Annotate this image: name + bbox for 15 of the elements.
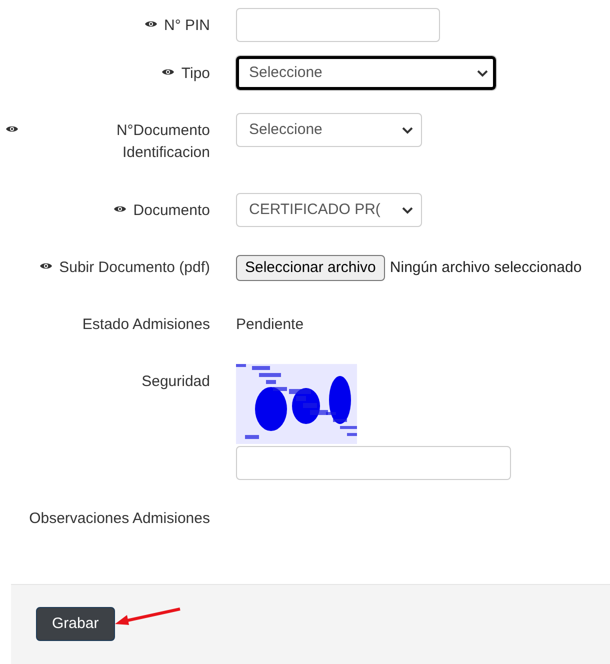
- status-value: Pendiente: [236, 316, 304, 333]
- field-label: Estado Admisiones: [82, 315, 210, 335]
- select-field[interactable]: Seleccione: [236, 113, 422, 147]
- choose-file-button[interactable]: Seleccionar archivo: [236, 255, 385, 281]
- file-status: Ningún archivo seleccionado: [390, 258, 582, 278]
- save-button[interactable]: Grabar: [36, 607, 115, 641]
- field-label: Documento: [133, 201, 210, 221]
- field-label: N° PIN: [164, 16, 210, 36]
- field-label: Subir Documento (pdf): [59, 258, 210, 278]
- field-label: N°Documento Identificacion: [115, 121, 210, 163]
- select-field[interactable]: Seleccione: [236, 56, 496, 90]
- field-label: Tipo: [181, 64, 210, 84]
- field-label: Observaciones Admisiones: [29, 509, 210, 529]
- field-label: Seguridad: [142, 372, 210, 392]
- select-field[interactable]: CERTIFICADO PR(: [236, 193, 422, 227]
